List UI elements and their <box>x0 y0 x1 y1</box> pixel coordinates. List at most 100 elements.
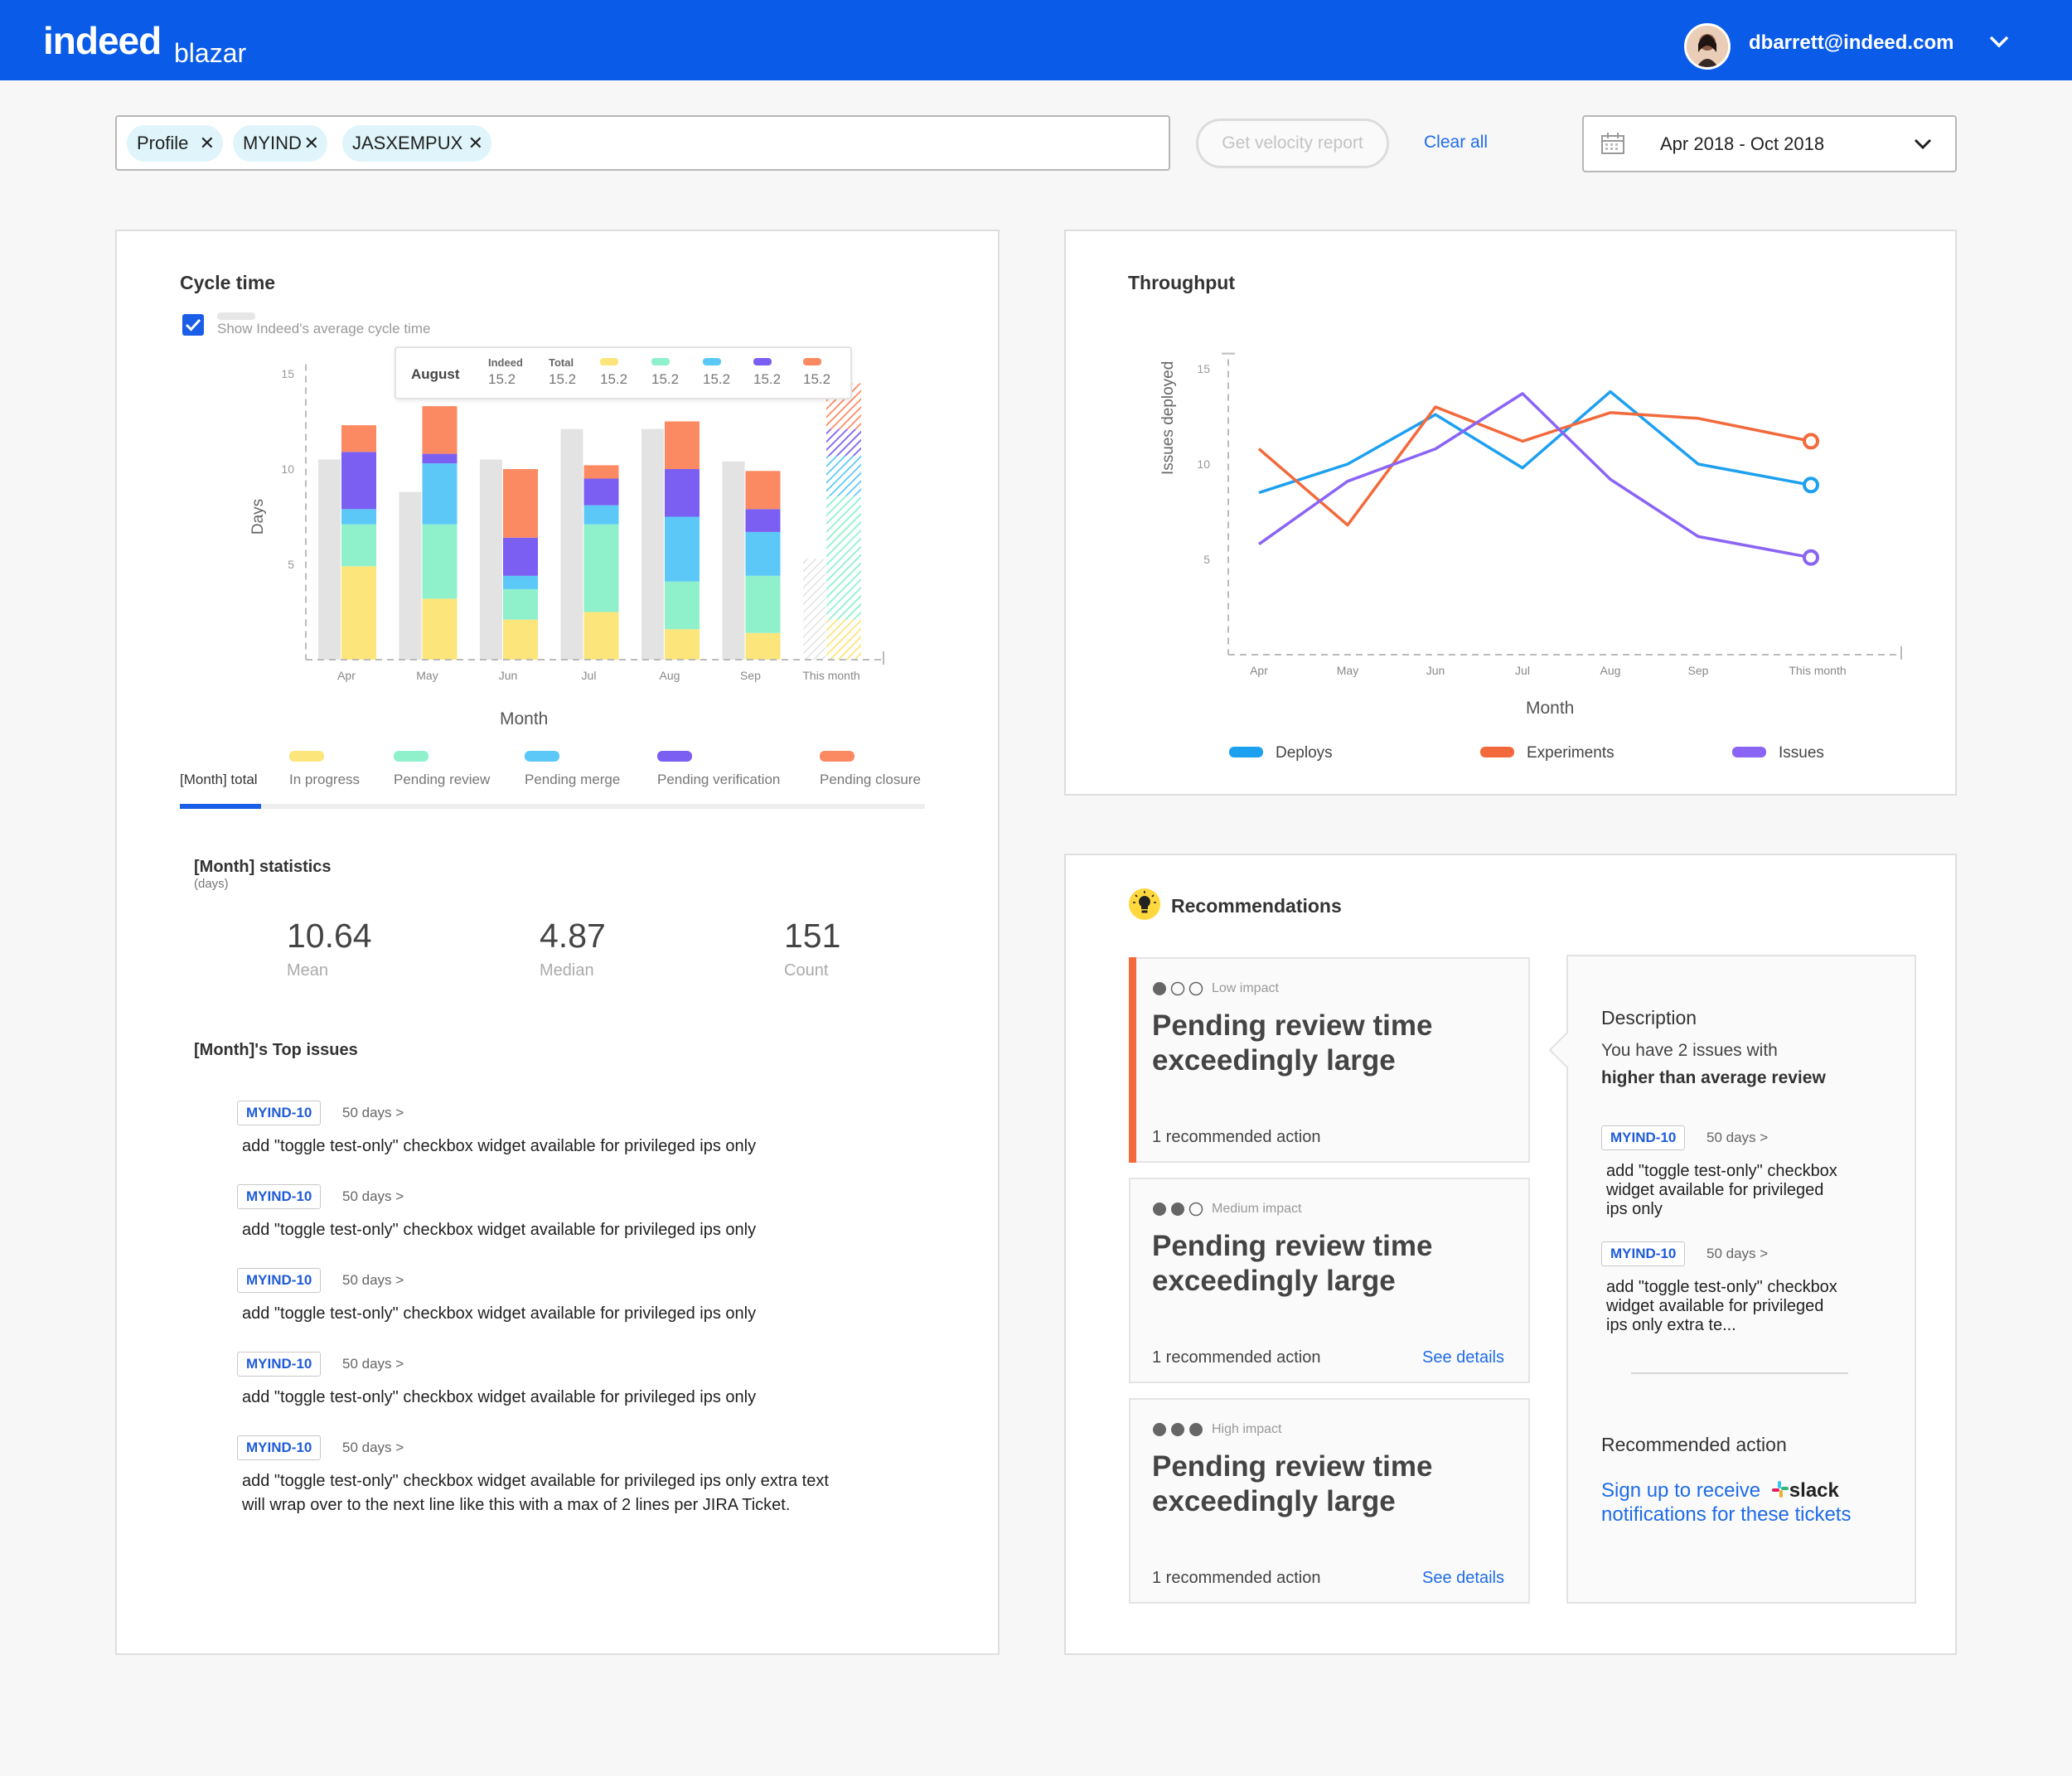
series-end-point <box>1803 433 1819 450</box>
average-swatch <box>217 312 255 320</box>
recommendation-card[interactable]: Low impact Pending review time exceeding… <box>1129 957 1530 1163</box>
slack-signup-link-text[interactable]: notifications for these tickets <box>1601 1503 1851 1527</box>
selected-indicator <box>1129 957 1136 1163</box>
tab-track <box>180 804 925 809</box>
issue-age[interactable]: 50 days > <box>1706 1246 1768 1262</box>
bar-segment <box>341 566 376 660</box>
recommendation-title: exceedingly large <box>1152 1265 1396 1297</box>
bar-segment <box>745 632 781 660</box>
see-details-link[interactable]: See details <box>1422 1569 1504 1588</box>
legend-label: Deploys <box>1276 744 1333 762</box>
issue-age[interactable]: 50 days > <box>342 1356 404 1372</box>
bar-segment <box>665 469 700 517</box>
bar-segment <box>341 452 376 510</box>
x-tick-label: May <box>416 669 438 682</box>
issue-text: ips only extra te... <box>1606 1316 1736 1334</box>
issue-age[interactable]: 50 days > <box>342 1440 404 1456</box>
issue-key[interactable]: MYIND-10 <box>237 1184 322 1209</box>
issue-key[interactable]: MYIND-10 <box>1601 1125 1686 1150</box>
stat-count-label: Count <box>784 961 829 980</box>
bar-segment <box>665 581 700 630</box>
clear-all-link[interactable]: Clear all <box>1424 133 1488 152</box>
tab-label: Pending review <box>394 772 491 787</box>
list-item[interactable]: MYIND-10 50 days > add "toggle test-only… <box>237 1101 900 1156</box>
tab-label: In progress <box>289 772 361 787</box>
issue-key[interactable]: MYIND-10 <box>237 1268 322 1293</box>
x-tick-label: Aug <box>1600 664 1621 677</box>
date-range-select[interactable]: Apr 2018 - Oct 2018 <box>1582 115 1957 172</box>
recommendation-card[interactable]: Medium impact Pending review time exceed… <box>1129 1178 1530 1383</box>
recommendation-title: exceedingly large <box>1152 1485 1396 1517</box>
list-item[interactable]: MYIND-10 50 days > add "toggle test-only… <box>237 1352 900 1407</box>
panel-pointer <box>1548 1032 1569 1068</box>
issue-text: add "toggle test-only" checkbox widget a… <box>242 1304 757 1323</box>
tab-in-progress[interactable]: In progress <box>289 751 380 809</box>
x-tick-label: This month <box>802 669 859 682</box>
issue-age[interactable]: 50 days > <box>1706 1130 1768 1146</box>
tab-month-total[interactable]: [Month] total <box>180 751 261 809</box>
tooltip-value: 15.2 <box>703 371 731 387</box>
tab-pending-review[interactable]: Pending review <box>394 751 501 809</box>
close-icon[interactable]: ✕ <box>200 125 215 162</box>
filter-input[interactable]: Profile ✕ MYIND ✕ JASXEMPUX ✕ <box>115 115 1170 171</box>
impact-label: Medium impact <box>1212 1202 1302 1216</box>
legend-label: Experiments <box>1527 744 1615 762</box>
see-details-link[interactable]: See details <box>1422 1348 1504 1367</box>
close-icon[interactable]: ✕ <box>468 125 483 162</box>
cycle-time-title: Cycle time <box>180 272 276 293</box>
issue-age[interactable]: 50 days > <box>342 1105 404 1121</box>
indeed-logo[interactable]: indeed <box>43 18 162 63</box>
recommendations-title: Recommendations <box>1171 895 1342 917</box>
issue-key[interactable]: MYIND-10 <box>1601 1241 1686 1266</box>
issue-key[interactable]: MYIND-10 <box>237 1435 322 1460</box>
bar-segment <box>583 524 619 612</box>
chevron-down-icon[interactable] <box>1987 30 2011 57</box>
issue-key[interactable]: MYIND-10 <box>237 1352 322 1377</box>
close-icon[interactable]: ✕ <box>304 125 319 162</box>
filter-chip[interactable]: MYIND ✕ <box>233 125 327 162</box>
bar-segment <box>826 428 861 456</box>
list-item[interactable]: MYIND-10 50 days > add "toggle test-only… <box>1601 1241 1883 1335</box>
tooltip-value: 15.2 <box>753 371 782 387</box>
x-tick-label: Sep <box>740 669 761 682</box>
legend-swatch <box>820 751 854 762</box>
tab-pending-verification[interactable]: Pending verification <box>657 751 790 809</box>
x-tick-label: Apr <box>1250 664 1268 677</box>
issue-text: will wrap over to the next line like thi… <box>242 1496 791 1514</box>
issue-text: add "toggle test-only" checkbox widget a… <box>242 1388 757 1406</box>
list-item[interactable]: MYIND-10 50 days > add "toggle test-only… <box>237 1435 917 1515</box>
chevron-down-icon[interactable] <box>1912 133 1934 159</box>
tab-pending-merge[interactable]: Pending merge <box>525 751 632 809</box>
legend-swatch <box>289 751 324 762</box>
recommendation-title: Pending review time <box>1152 1009 1433 1042</box>
bar-segment <box>503 469 538 538</box>
statistics-unit: (days) <box>194 877 229 891</box>
bar-segment <box>826 496 861 620</box>
list-item[interactable]: MYIND-10 50 days > add "toggle test-only… <box>237 1184 900 1240</box>
recommendation-card[interactable]: High impact Pending review time exceedin… <box>1129 1398 1530 1604</box>
slack-signup-link[interactable]: Sign up to receive slack <box>1601 1479 1839 1504</box>
list-item[interactable]: MYIND-10 50 days > add "toggle test-only… <box>237 1268 900 1324</box>
calendar-icon <box>1600 132 1625 159</box>
legend-swatch <box>394 751 428 762</box>
avatar[interactable] <box>1684 23 1731 70</box>
lightbulb-icon <box>1128 888 1161 925</box>
tooltip-value: 15.2 <box>600 371 628 387</box>
bar-segment <box>745 509 781 532</box>
issue-age[interactable]: 50 days > <box>342 1272 404 1289</box>
filter-chip[interactable]: Profile ✕ <box>127 125 223 162</box>
bar-segment <box>665 516 700 582</box>
user-email[interactable]: dbarrett@indeed.com <box>1749 31 1953 55</box>
bar-segment <box>503 575 538 589</box>
legend-swatch <box>803 358 821 365</box>
issue-age[interactable]: 50 days > <box>342 1188 404 1205</box>
tab-pending-closure[interactable]: Pending closure <box>820 751 926 809</box>
issue-key[interactable]: MYIND-10 <box>237 1101 322 1125</box>
average-bar <box>480 459 502 660</box>
chip-label: MYIND <box>243 133 302 153</box>
list-item[interactable]: MYIND-10 50 days > add "toggle test-only… <box>1601 1125 1883 1219</box>
filter-chip[interactable]: JASXEMPUX ✕ <box>342 125 491 162</box>
get-velocity-report-button[interactable]: Get velocity report <box>1196 119 1389 168</box>
recommendation-title: Pending review time <box>1152 1230 1433 1262</box>
impact-dots-icon <box>1152 1201 1207 1222</box>
